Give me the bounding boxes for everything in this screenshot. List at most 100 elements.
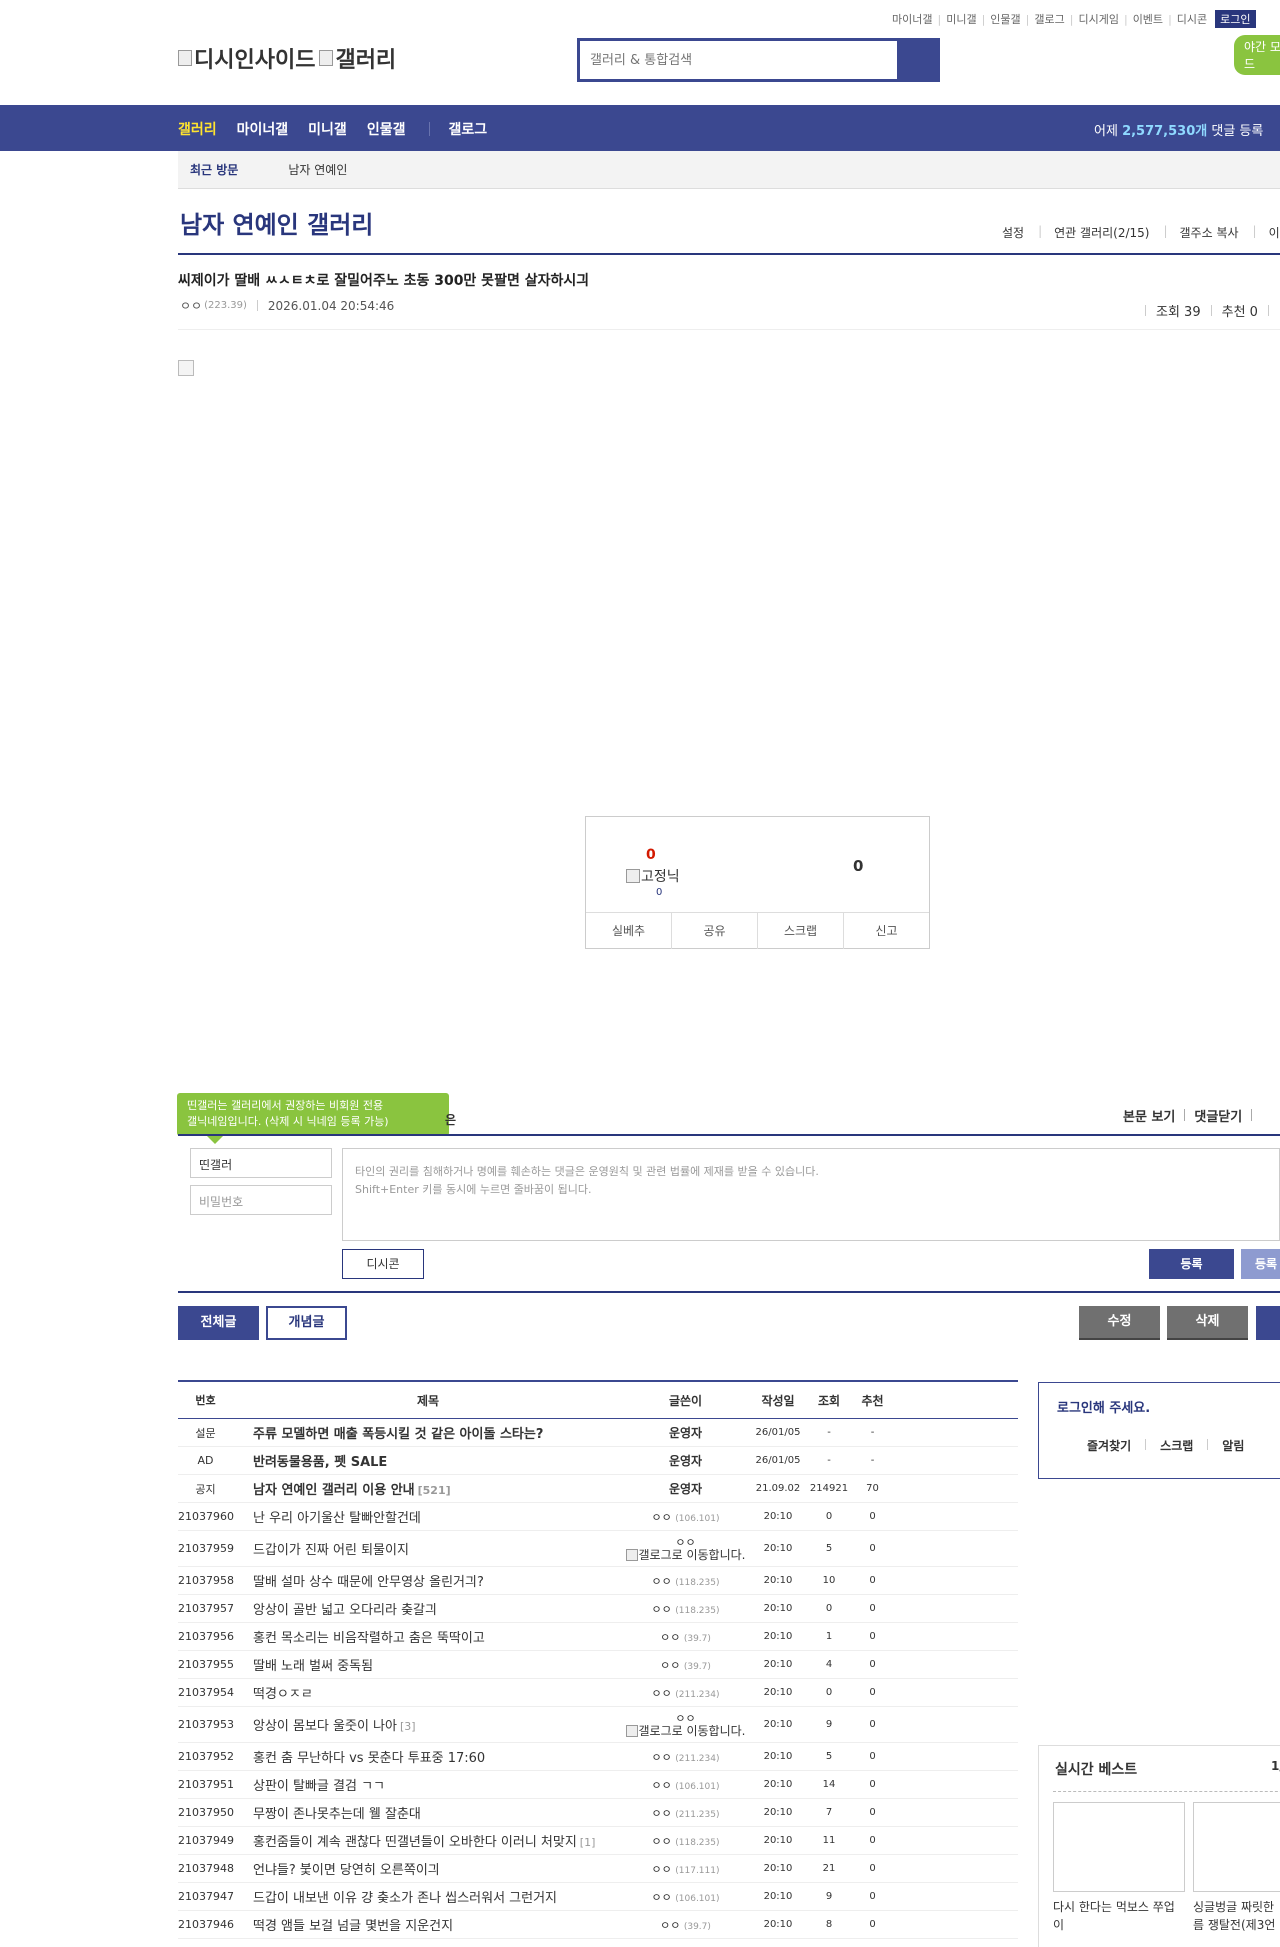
row-title[interactable]: 딸배 노래 벌써 중독됨 [233,1655,623,1674]
row-writer[interactable]: ㅇㅇ (118.235) [623,1573,748,1589]
row-title-text[interactable]: 홍컨줌들이 계속 괜찮다 띤갤년들이 오바한다 이러니 처맞지 [253,1835,577,1850]
scrap-link[interactable]: 스크랩 [1160,1437,1193,1454]
copy-address-link[interactable]: 갤주소 복사 [1180,224,1239,241]
row-title-text[interactable]: 반려동물용품, 펫 SALE [253,1455,387,1470]
write-button[interactable] [1256,1306,1280,1340]
row-writer-name[interactable]: ㅇㅇ [652,1687,672,1700]
row-writer[interactable]: 운영자 [623,1424,748,1441]
row-title-text[interactable]: 주류 모델하면 매출 폭등시킬 것 같은 아이돌 스타는? [253,1427,543,1442]
table-row[interactable]: 21037949 홍컨줌들이 계속 괜찮다 띤갤년들이 오바한다 이러니 처맞지[… [178,1827,1018,1855]
row-writer[interactable]: ㅇㅇ 갤로그로 이동합니다. [623,1536,748,1562]
util-link-person[interactable]: 인물갤 [990,11,1020,27]
comment-register-recommend-button[interactable]: 등록 [1241,1249,1280,1279]
gallery-title[interactable]: 남자 연예인 갤러리 [180,205,373,240]
row-title-text[interactable]: 앙상이 골반 넓고 오다리라 춪갈긔 [253,1603,437,1618]
row-title-text[interactable]: 앙상이 몸보다 울줏이 나아 [253,1719,397,1734]
row-writer-name[interactable]: ㅇㅇ [660,1631,680,1644]
site-logo[interactable]: 디시인사이드 갤러리 [178,42,396,74]
util-link-gallog[interactable]: 갤로그 [1034,11,1064,27]
share-button[interactable]: 공유 [672,913,758,949]
report-button[interactable]: 신고 [844,913,929,949]
row-title[interactable]: 드갑이 내보낸 이유 걍 춪소가 존나 씹스러워서 그런거지 [233,1887,623,1906]
notification-link[interactable]: 알림 [1222,1437,1244,1454]
row-title[interactable]: 언냐들? 붗이면 당연히 오른쪽이긔 [233,1859,623,1878]
night-mode-toggle[interactable]: 야간 모드 [1234,35,1280,75]
table-row[interactable]: 21037948 언냐들? 붗이면 당연히 오른쪽이긔 ㅇㅇ (117.111) 20… [178,1855,1018,1883]
row-writer-name[interactable]: ㅇㅇ [660,1659,680,1672]
row-writer[interactable]: ㅇㅇ (106.101) [623,1509,748,1525]
table-row[interactable]: 공지 남자 연예인 갤러리 이용 안내 [521] 운영자 21.09.02 214921… [178,1475,1018,1503]
delete-button[interactable]: 삭제 [1167,1306,1248,1340]
nav-gallog[interactable]: 갤로그 [448,119,487,139]
row-title-text[interactable]: 드갑이가 진짜 어린 퇴물이지 [253,1543,409,1558]
nav-gallery[interactable]: 갤러리 [178,119,217,139]
row-title[interactable]: 앙상이 몸보다 울줏이 나아 [3] [233,1715,623,1734]
nav-mini[interactable]: 미니갤 [308,119,347,139]
search-input[interactable] [580,41,897,79]
row-writer-name[interactable]: ㅇㅇ [652,1891,672,1904]
row-writer-name[interactable]: 운영자 [669,1482,702,1496]
row-writer[interactable]: ㅇㅇ (39.7) [623,1917,748,1933]
fixnick-recommend[interactable]: 고정닉 [626,866,680,886]
recent-visits-label[interactable]: 최근 방문 [190,161,238,178]
row-title[interactable]: 상판이 탈빠글 결검 ㄱㄱ [233,1775,623,1794]
row-writer-name[interactable]: ㅇㅇ [652,1835,672,1848]
table-row[interactable]: 21037958 딸배 설마 상수 때문에 안무영상 올린거긔? ㅇㅇ (118.2… [178,1567,1018,1595]
row-title[interactable]: 홍컨 춤 무난하다 vs 못춘다 투표중 17:60 [233,1747,623,1766]
row-title-text[interactable]: 딸배 설마 상수 때문에 안무영상 올린거긔? [253,1575,484,1590]
row-title-text[interactable]: 홍컨 춤 무난하다 vs 못춘다 투표중 17:60 [253,1751,485,1766]
best-caption[interactable]: 다시 한다는 먹보스 쭈업 이 [1053,1898,1185,1934]
table-row[interactable]: 21037954 떡경ㅇㅈㄹ ㅇㅇ (211.234) 20:10 0 0 [178,1679,1018,1707]
row-title[interactable]: 남자 연예인 갤러리 이용 안내 [521] [233,1479,623,1498]
best-thumbnail[interactable] [1193,1802,1280,1892]
row-title[interactable]: 반려동물용품, 펫 SALE [233,1451,623,1470]
table-row[interactable]: 21037960 난 우리 아기울산 탈빠안할건데 ㅇㅇ (106.101) 20:1… [178,1503,1018,1531]
row-writer[interactable]: 운영자 [623,1480,748,1497]
table-row[interactable]: AD 반려동물용품, 펫 SALE 운영자 26/01/05 - - [178,1447,1018,1475]
row-title-text[interactable]: 상판이 탈빠글 결검 ㄱㄱ [253,1779,385,1794]
row-title[interactable]: 앙상이 골반 넓고 오다리라 춪갈긔 [233,1599,623,1618]
row-title-text[interactable]: 언냐들? 붗이면 당연히 오른쪽이긔 [253,1863,440,1878]
scrap-button[interactable]: 스크랩 [758,913,844,949]
favorites-link[interactable]: 즐겨찾기 [1087,1437,1131,1454]
post-writer[interactable]: ㅇㅇ [180,297,202,314]
row-writer[interactable]: ㅇㅇ (117.111) [623,1861,748,1877]
util-link-mini[interactable]: 미니갤 [946,11,976,27]
row-title[interactable]: 드갑이가 진짜 어린 퇴물이지 [233,1539,623,1558]
row-writer[interactable]: ㅇㅇ (39.7) [623,1657,748,1673]
nav-minor[interactable]: 마이너갤 [237,119,289,139]
row-writer[interactable]: ㅇㅇ (211.234) [623,1685,748,1701]
best-caption[interactable]: 싱글벙글 짜릿한 름 쟁탈전(제3언 [1193,1898,1280,1934]
table-row[interactable]: 21037950 무짱이 존나못추는데 웰 잘춘대 ㅇㅇ (211.235) 20:1… [178,1799,1018,1827]
row-writer-name[interactable]: 운영자 [669,1454,702,1468]
row-writer[interactable]: 운영자 [623,1452,748,1469]
table-row[interactable]: 21037951 상판이 탈빠글 결검 ㄱㄱ ㅇㅇ (106.101) 20:10 14… [178,1771,1018,1799]
row-writer-name[interactable]: ㅇㅇ [652,1575,672,1588]
reply-count[interactable]: [3] [400,1720,416,1733]
comment-register-button[interactable]: 등록 [1149,1249,1234,1279]
table-row[interactable]: 21037955 딸배 노래 벌써 중독됨 ㅇㅇ (39.7) 20:10 4 0 [178,1651,1018,1679]
gallog-link[interactable]: 갤로그로 이동합니다. [625,1548,746,1562]
table-row[interactable]: 21037953 앙상이 몸보다 울줏이 나아 [3] ㅇㅇ 갤로그로 이동합니다. 20… [178,1707,1018,1743]
row-writer-name[interactable]: ㅇㅇ [675,1536,695,1549]
table-row[interactable]: 21037952 홍컨 춤 무난하다 vs 못춘다 투표중 17:60 ㅇㅇ (21… [178,1743,1018,1771]
row-title-text[interactable]: 남자 연예인 갤러리 이용 안내 [253,1483,415,1498]
row-writer-name[interactable]: ㅇㅇ [675,1712,695,1725]
reply-count[interactable]: [1] [580,1836,596,1849]
row-title-text[interactable]: 무짱이 존나못추는데 웰 잘춘대 [253,1807,421,1822]
row-writer[interactable]: ㅇㅇ (118.235) [623,1601,748,1617]
row-title[interactable]: 홍컨 목소리는 비음작렬하고 춤은 뚝딱이고 [233,1627,623,1646]
row-writer-name[interactable]: ㅇㅇ [652,1807,672,1820]
usage-link[interactable]: 이용 [1269,224,1280,241]
row-writer-name[interactable]: ㅇㅇ [652,1603,672,1616]
edit-button[interactable]: 수정 [1079,1306,1160,1340]
row-writer-name[interactable]: ㅇㅇ [652,1779,672,1792]
row-title-text[interactable]: 난 우리 아기울산 탈빠안할건데 [253,1511,421,1526]
row-title[interactable]: 무짱이 존나못추는데 웰 잘춘대 [233,1803,623,1822]
recent-visit-item[interactable]: 남자 연예인 [288,161,347,178]
tab-concept-posts[interactable]: 개념글 [266,1306,347,1340]
row-title-text[interactable]: 떡경 앰들 보걸 넘글 몇번을 지운건지 [253,1919,453,1934]
row-title-text[interactable]: 홍컨 목소리는 비음작렬하고 춤은 뚝딱이고 [253,1631,485,1646]
login-prompt[interactable]: 로그인해 주세요. [1057,1397,1150,1416]
gallery-settings-link[interactable]: 설정 [1002,224,1024,241]
